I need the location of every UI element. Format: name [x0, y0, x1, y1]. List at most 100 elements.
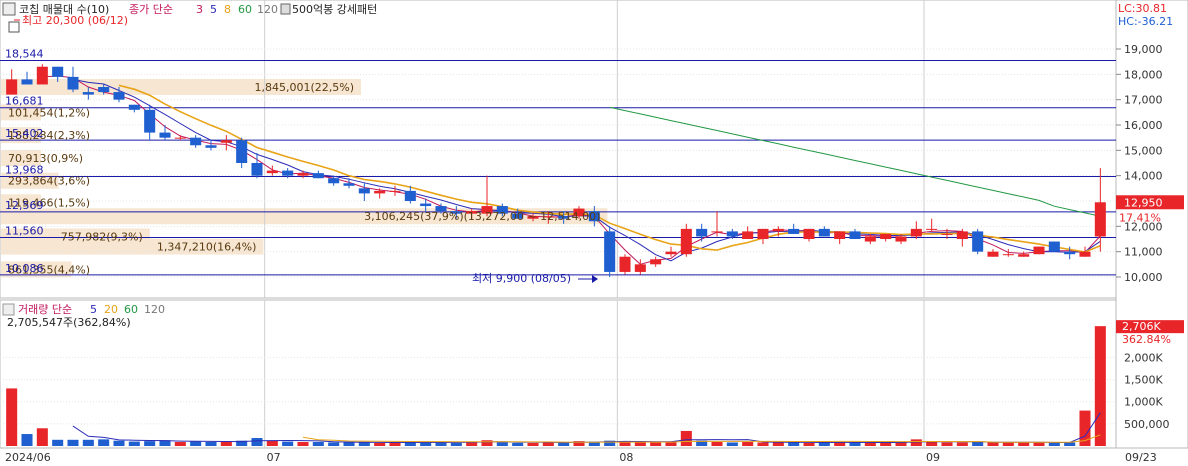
chart-title: 코칩 매물대 수(10)	[19, 3, 109, 16]
stock-chart[interactable]: 2024/06 07 08 09 09/23 19,000 18,000 17,000 16,0…	[0, 0, 1188, 466]
candle-body	[21, 79, 33, 85]
ma5-label: 5	[210, 3, 217, 16]
volume-bar	[527, 442, 539, 446]
vol-ma5-label: 5	[90, 303, 97, 316]
current-volume-pct: 362.84%	[1122, 333, 1171, 346]
candle-body	[1018, 254, 1030, 257]
candle-body	[159, 132, 171, 138]
volume-bar	[680, 430, 692, 446]
candle-body	[374, 190, 386, 194]
candle-body	[742, 231, 754, 239]
level-label: 15,402	[5, 127, 44, 140]
volume-axis-label: 1,000K	[1124, 396, 1163, 409]
price-axis-label: 15,000	[1124, 144, 1163, 157]
volume-bar	[343, 442, 355, 446]
volume-profile-label: 101,454(1,2%)	[8, 106, 90, 119]
lc-readout: LC:30.81	[1118, 2, 1167, 15]
volume-bar	[742, 442, 754, 446]
volume-bar	[420, 442, 432, 446]
candle-body	[52, 66, 64, 77]
volume-profile-label: 293,864(3,6%)	[8, 175, 90, 188]
volume-bar	[542, 442, 554, 446]
candle-body	[895, 236, 907, 242]
volume-bar	[1018, 442, 1030, 446]
candle-body	[650, 259, 662, 265]
volume-bar	[634, 442, 646, 446]
level-label: 10,086	[5, 262, 44, 275]
price-axis-label: 17,000	[1124, 94, 1163, 107]
volume-menu-icon[interactable]	[2, 303, 15, 316]
candle-body	[297, 173, 309, 176]
x-axis-label: 2024/06	[5, 451, 51, 464]
volume-bar	[36, 428, 48, 446]
volume-bar	[174, 442, 186, 446]
volume-bar	[1002, 442, 1014, 446]
x-axis-label: 08	[619, 451, 633, 464]
volume-bar	[113, 440, 125, 446]
volume-bar	[266, 440, 278, 446]
candle-body	[772, 228, 784, 232]
candle-body	[956, 231, 968, 239]
volume-bar	[910, 439, 922, 446]
ma60-label: 60	[238, 3, 252, 16]
price-axis-label: 16,000	[1124, 119, 1163, 132]
volume-profile-label: 3,106,245(37,9%)(13,272,00 ~ 12,514,00)	[364, 210, 600, 223]
candle-body	[1033, 246, 1045, 255]
candle-body	[604, 231, 616, 272]
volume-bar	[328, 442, 340, 446]
menu-icon[interactable]	[2, 2, 16, 16]
volume-bar	[297, 442, 309, 446]
candle-body	[174, 137, 186, 139]
candle-body	[6, 79, 18, 95]
candle-body	[1079, 251, 1091, 257]
candle-body	[910, 228, 922, 237]
volume-bar	[956, 442, 968, 446]
candle-body	[343, 183, 355, 186]
candle-body	[680, 228, 692, 255]
volume-bar	[21, 434, 33, 446]
legend-label: 종가 단순	[129, 3, 173, 16]
candle-body	[941, 233, 953, 235]
candle-body	[389, 190, 401, 192]
volume-bar	[650, 442, 662, 446]
ma8-label: 8	[224, 3, 231, 16]
candle-body	[67, 76, 79, 90]
candle-body	[972, 231, 984, 252]
candle-body	[834, 231, 846, 239]
candle-body	[696, 228, 708, 237]
price-axis-label: 19,000	[1124, 43, 1163, 56]
candle-body	[803, 228, 815, 239]
vol-ma20-label: 20	[104, 303, 118, 316]
level-label: 18,544	[5, 48, 44, 61]
vol-ma60-label: 60	[124, 303, 138, 316]
candle-body	[726, 231, 738, 237]
candle-body	[236, 140, 248, 163]
volume-bar	[190, 441, 202, 446]
current-price-pct: 17.41%	[1119, 211, 1161, 224]
volume-bar	[282, 441, 294, 446]
price-axis-label: 18,000	[1124, 68, 1163, 81]
volume-profile-label: 757,982(9,3%)	[61, 230, 143, 243]
candle-body	[619, 256, 631, 272]
candle-body	[1064, 251, 1076, 255]
volume-bar	[512, 442, 524, 446]
x-axis-label: 07	[267, 451, 281, 464]
volume-bar	[665, 442, 677, 446]
level-label: 16,681	[5, 95, 44, 108]
volume-profile-label: 1,347,210(16,4%)	[157, 241, 257, 254]
candle-body	[205, 145, 217, 148]
price-axis-label: 11,000	[1124, 246, 1163, 259]
volume-bar	[205, 442, 217, 446]
candle-body	[113, 92, 125, 100]
volume-current: 2,705,547주(362,84%)	[7, 316, 131, 329]
volume-panel-bg	[0, 299, 1117, 449]
candle-body	[711, 231, 723, 233]
candle-body	[987, 251, 999, 257]
volume-bar	[941, 442, 953, 446]
volume-bar	[803, 442, 815, 446]
current-price-text: 12,950	[1124, 196, 1163, 209]
candle-body	[849, 231, 861, 239]
volume-bar	[726, 442, 738, 446]
volume-bar	[757, 442, 769, 446]
candle-body	[82, 92, 94, 95]
